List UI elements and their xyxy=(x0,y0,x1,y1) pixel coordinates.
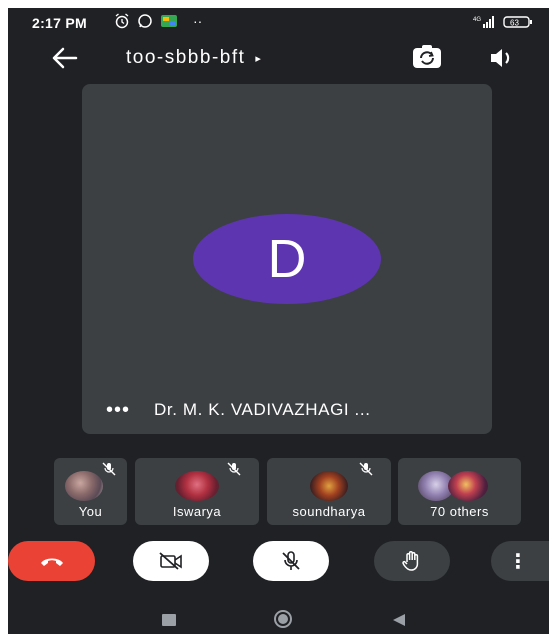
network-type: 4G xyxy=(473,17,481,23)
mic-off-icon xyxy=(227,462,241,476)
call-controls: ⋮ xyxy=(8,541,549,581)
status-notification-icons: ·· xyxy=(114,13,202,29)
status-time: 2:17 PM xyxy=(32,15,88,31)
whatsapp-icon xyxy=(138,14,152,28)
alarm-icon xyxy=(115,13,129,29)
participant-avatar: D xyxy=(193,214,381,304)
participant-name: Dr. M. K. VADIVAZHAGI ... xyxy=(154,400,371,419)
more-options-icon[interactable]: ••• xyxy=(106,400,130,420)
top-app-bar: too-sbbb-bft ▸ xyxy=(8,36,549,80)
participant-thumb-you[interactable]: You xyxy=(54,458,127,525)
back-nav-button[interactable] xyxy=(392,613,406,627)
end-call-button[interactable] xyxy=(8,541,95,581)
participant-label: Iswarya xyxy=(172,504,222,519)
more-vert-icon: ⋮ xyxy=(508,550,528,573)
signal-icon: 4G xyxy=(473,16,494,28)
soundharya-photo xyxy=(310,471,348,501)
more-notifications-icon: ·· xyxy=(193,13,203,29)
status-bar: 2:17 PM ·· 4G 63 xyxy=(8,8,549,36)
mic-off-icon xyxy=(359,462,373,476)
home-button[interactable] xyxy=(274,610,292,628)
mic-toggle-button[interactable] xyxy=(253,541,329,581)
you-photo xyxy=(65,471,103,501)
camera-toggle-button[interactable] xyxy=(133,541,209,581)
battery-level: 63 xyxy=(510,19,519,28)
meet-call-screen: 2:17 PM ·· 4G 63 too-sbbb-bft ▸ D ••• Dr… xyxy=(8,8,549,634)
system-nav-bar xyxy=(8,604,549,634)
raise-hand-button[interactable] xyxy=(374,541,450,581)
back-arrow-icon[interactable] xyxy=(50,45,78,71)
mic-off-icon xyxy=(102,462,116,476)
participant-thumb-others[interactable]: 70 others xyxy=(398,458,521,525)
camera-off-icon xyxy=(159,552,182,570)
status-system-icons: 4G 63 xyxy=(473,15,533,29)
main-participant-tile[interactable]: D ••• Dr. M. K. VADIVAZHAGI ... xyxy=(82,84,492,434)
hand-icon xyxy=(402,551,419,571)
switch-camera-icon[interactable] xyxy=(412,43,442,71)
participant-thumb-iswarya[interactable]: Iswarya xyxy=(135,458,259,525)
chevron-right-icon: ▸ xyxy=(255,52,263,65)
iswarya-photo xyxy=(175,471,219,501)
mic-off-icon xyxy=(282,551,300,570)
message-icon xyxy=(161,15,177,27)
meeting-code-title[interactable]: too-sbbb-bft ▸ xyxy=(126,47,262,69)
participant-label: You xyxy=(78,504,103,519)
participant-label: soundharya xyxy=(292,504,366,519)
battery-icon: 63 xyxy=(503,16,532,28)
participant-label: 70 others xyxy=(430,504,489,519)
more-options-button[interactable]: ⋮ xyxy=(491,541,549,581)
speaker-icon[interactable] xyxy=(489,45,515,71)
recents-button[interactable] xyxy=(162,614,176,626)
participant-thumb-soundharya[interactable]: soundharya xyxy=(267,458,391,525)
avatar-letter: D xyxy=(267,229,307,289)
home-dot-icon xyxy=(278,614,288,624)
others-photo-2 xyxy=(448,471,488,501)
meeting-code: too-sbbb-bft xyxy=(126,47,246,68)
tile-footer: ••• Dr. M. K. VADIVAZHAGI ... xyxy=(106,400,371,420)
end-call-icon xyxy=(40,558,63,566)
